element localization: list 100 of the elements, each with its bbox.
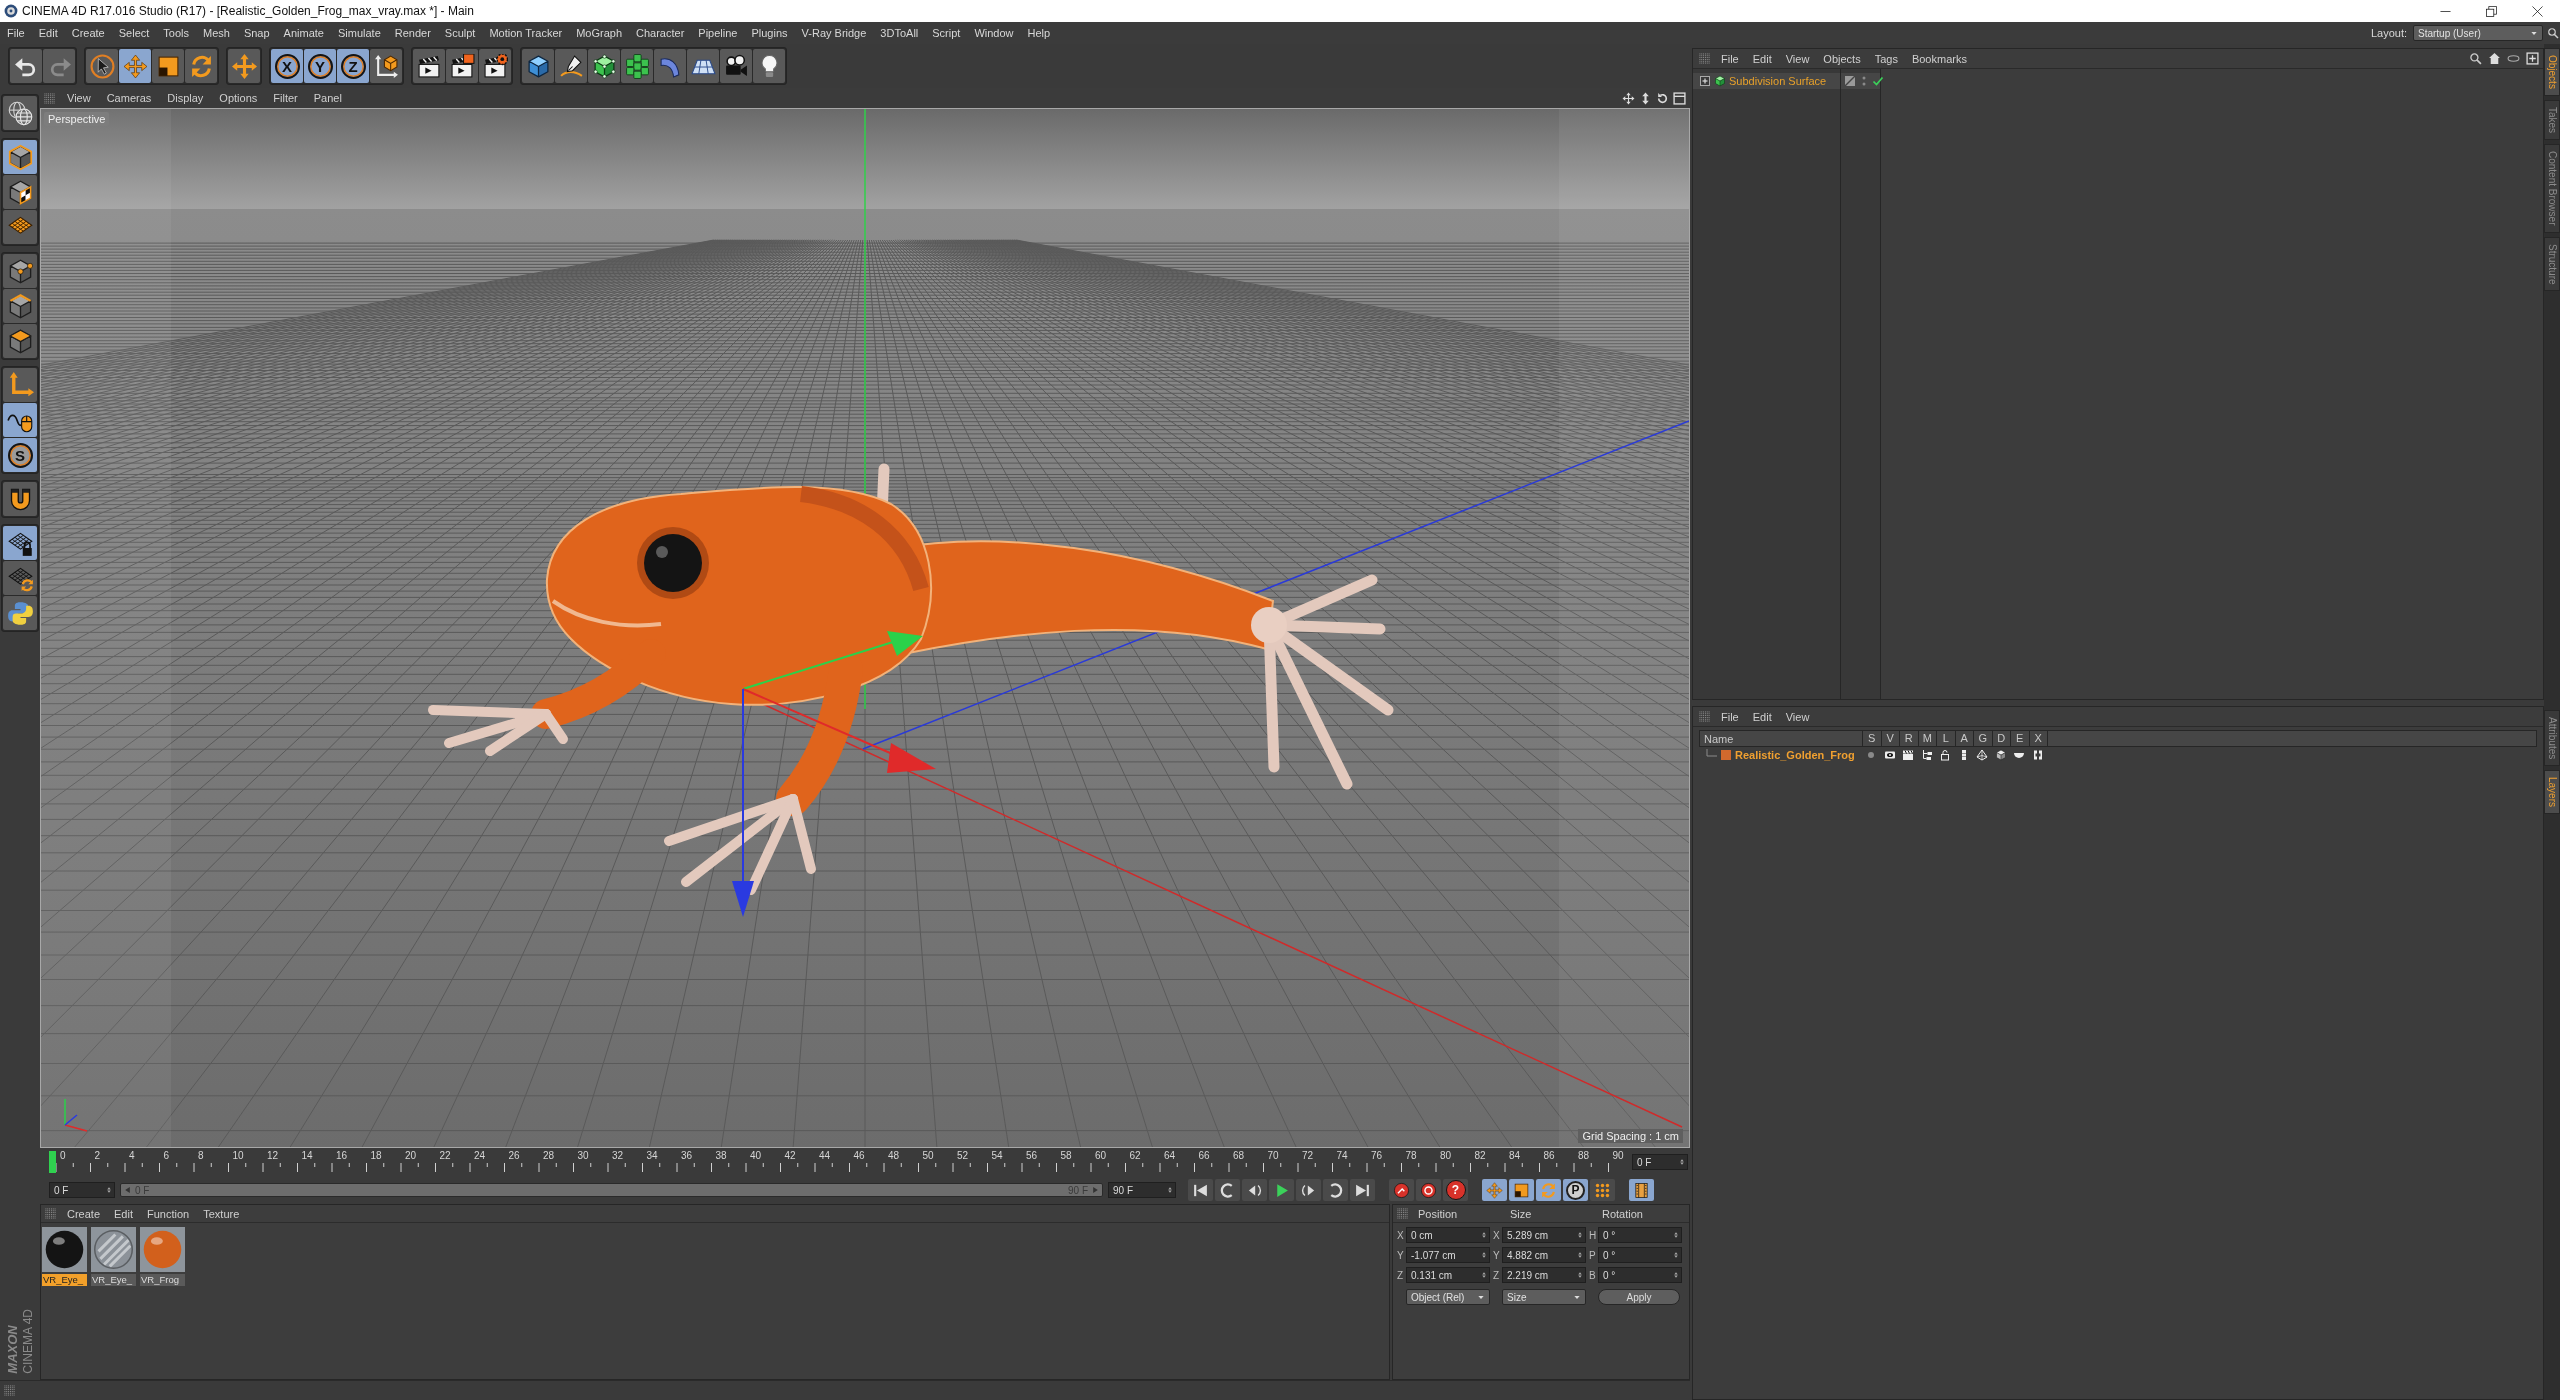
coordinate-mode-dropdown[interactable]: Object (Rel) bbox=[1406, 1289, 1490, 1305]
menu-item[interactable]: Select bbox=[111, 24, 157, 42]
render-picture-viewer-button[interactable] bbox=[446, 49, 478, 83]
material-menu-item[interactable]: Texture bbox=[196, 1207, 247, 1220]
coordinate-field[interactable]: 4.882 cm bbox=[1502, 1247, 1586, 1263]
side-tab[interactable]: Layers bbox=[2544, 770, 2560, 815]
layer-menu-item[interactable]: Edit bbox=[1745, 710, 1779, 723]
point-level-key-button[interactable] bbox=[1590, 1179, 1615, 1201]
polygons-mode-button[interactable] bbox=[3, 324, 37, 358]
start-frame-field[interactable]: 0 F bbox=[49, 1182, 115, 1198]
record-button[interactable] bbox=[1389, 1179, 1414, 1201]
side-tab[interactable]: Takes bbox=[2544, 99, 2560, 141]
model-mode-button[interactable] bbox=[3, 140, 37, 174]
material-menu-item[interactable]: Function bbox=[140, 1207, 197, 1220]
go-to-end-button[interactable] bbox=[1350, 1179, 1375, 1201]
search-button[interactable] bbox=[2546, 25, 2560, 41]
coordinate-field[interactable]: 0 cm bbox=[1406, 1227, 1490, 1243]
next-key-button[interactable] bbox=[1323, 1179, 1348, 1201]
select-tool-button[interactable] bbox=[86, 49, 118, 83]
menu-item[interactable]: Character bbox=[629, 24, 692, 42]
playhead-marker[interactable] bbox=[49, 1151, 56, 1173]
render-view-button[interactable] bbox=[413, 49, 445, 83]
cube-button[interactable] bbox=[522, 49, 554, 83]
material-menu-item[interactable]: Create bbox=[60, 1207, 108, 1220]
light-button[interactable] bbox=[753, 49, 785, 83]
cloner-button[interactable] bbox=[621, 49, 653, 83]
menu-item[interactable]: Tools bbox=[156, 24, 196, 42]
object-menu-item[interactable]: File bbox=[1714, 52, 1746, 65]
coordinate-field[interactable]: 0 ° bbox=[1598, 1247, 1682, 1263]
coordinate-field[interactable]: 0 ° bbox=[1598, 1227, 1682, 1243]
material-preview[interactable] bbox=[42, 1227, 87, 1272]
camera-label[interactable]: Perspective bbox=[44, 112, 110, 126]
coordinate-field[interactable]: 0.131 cm bbox=[1406, 1267, 1490, 1283]
menu-item[interactable]: File bbox=[0, 24, 32, 42]
viewport-menu-item[interactable]: Filter bbox=[265, 92, 306, 104]
coordinate-field[interactable]: 2.219 cm bbox=[1502, 1267, 1586, 1283]
apply-button[interactable]: Apply bbox=[1598, 1289, 1680, 1305]
next-frame-button[interactable] bbox=[1296, 1179, 1321, 1201]
points-mode-button[interactable] bbox=[3, 254, 37, 288]
material-name[interactable]: VR_Eye_ bbox=[42, 1274, 87, 1286]
menu-item[interactable]: 3DToAll bbox=[873, 24, 926, 42]
scale-key-button[interactable] bbox=[1509, 1179, 1534, 1201]
autokey-button[interactable] bbox=[1416, 1179, 1441, 1201]
subdivision-surface-button[interactable] bbox=[588, 49, 620, 83]
size-mode-dropdown[interactable]: Size bbox=[1502, 1289, 1586, 1305]
layer-color-swatch[interactable] bbox=[1721, 750, 1731, 760]
menu-item[interactable]: Sculpt bbox=[437, 24, 483, 42]
menu-item[interactable]: MoGraph bbox=[569, 24, 630, 42]
layer-name[interactable]: Realistic_Golden_Frog bbox=[1735, 749, 1855, 761]
menu-item[interactable]: Pipeline bbox=[691, 24, 745, 42]
play-button[interactable] bbox=[1269, 1179, 1294, 1201]
end-frame-field[interactable]: 90 F bbox=[1108, 1182, 1176, 1198]
layer-menu-item[interactable]: View bbox=[1778, 710, 1817, 723]
current-frame-field[interactable]: 0 F bbox=[1632, 1154, 1688, 1170]
side-tab[interactable]: Objects bbox=[2544, 48, 2560, 96]
solo-button[interactable]: S bbox=[3, 438, 37, 472]
render-settings-button[interactable] bbox=[479, 49, 511, 83]
pen-button[interactable] bbox=[555, 49, 587, 83]
tweak-mode-button[interactable] bbox=[3, 403, 37, 437]
planar-workplane-button[interactable] bbox=[3, 561, 37, 595]
menu-item[interactable]: Mesh bbox=[196, 24, 237, 42]
timeline-button[interactable] bbox=[1629, 1179, 1654, 1201]
menu-item[interactable]: Edit bbox=[31, 24, 65, 42]
x-axis-button[interactable]: X bbox=[271, 49, 303, 83]
menu-item[interactable]: Animate bbox=[276, 24, 331, 42]
go-to-start-button[interactable] bbox=[1188, 1179, 1213, 1201]
floor-button[interactable] bbox=[687, 49, 719, 83]
undo-button[interactable] bbox=[10, 49, 42, 83]
material-preview[interactable] bbox=[91, 1227, 136, 1272]
menu-item[interactable]: Window bbox=[967, 24, 1021, 42]
viewport-menu-item[interactable]: View bbox=[59, 92, 99, 104]
layer-menu-item[interactable]: File bbox=[1714, 710, 1746, 723]
previous-frame-button[interactable] bbox=[1242, 1179, 1267, 1201]
viewport-menu-item[interactable]: Display bbox=[159, 92, 212, 104]
material-name[interactable]: VR_Eye_ bbox=[91, 1274, 136, 1286]
menu-item[interactable]: Snap bbox=[236, 24, 277, 42]
coordinate-field[interactable]: 0 ° bbox=[1598, 1267, 1682, 1283]
viewport-menu-item[interactable]: Cameras bbox=[98, 92, 160, 104]
previous-key-button[interactable] bbox=[1215, 1179, 1240, 1201]
object-menu-item[interactable]: Edit bbox=[1745, 52, 1779, 65]
material-name[interactable]: VR_Frog bbox=[140, 1274, 185, 1286]
z-axis-button[interactable]: Z bbox=[337, 49, 369, 83]
menu-item[interactable]: Render bbox=[387, 24, 438, 42]
coordinate-system-button[interactable] bbox=[370, 49, 402, 83]
layout-dropdown[interactable]: Startup (User) bbox=[2413, 25, 2543, 41]
material-menu-item[interactable]: Edit bbox=[107, 1207, 140, 1220]
script-button[interactable] bbox=[3, 596, 37, 630]
menu-item[interactable]: Plugins bbox=[744, 24, 795, 42]
menu-item[interactable]: Motion Tracker bbox=[482, 24, 570, 42]
object-menu-item[interactable]: Bookmarks bbox=[1904, 52, 1974, 65]
texture-mode-button[interactable] bbox=[3, 175, 37, 209]
scale-tool-button[interactable] bbox=[152, 49, 184, 83]
object-menu-item[interactable]: View bbox=[1778, 52, 1817, 65]
menu-item[interactable]: V-Ray Bridge bbox=[794, 24, 874, 42]
move-gizmo-drawing[interactable] bbox=[732, 631, 936, 917]
edges-mode-button[interactable] bbox=[3, 289, 37, 323]
camera-button[interactable] bbox=[720, 49, 752, 83]
coordinate-field[interactable]: 5.289 cm bbox=[1502, 1227, 1586, 1243]
menu-item[interactable]: Help bbox=[1020, 24, 1058, 42]
viewport-menu-item[interactable]: Options bbox=[211, 92, 266, 104]
